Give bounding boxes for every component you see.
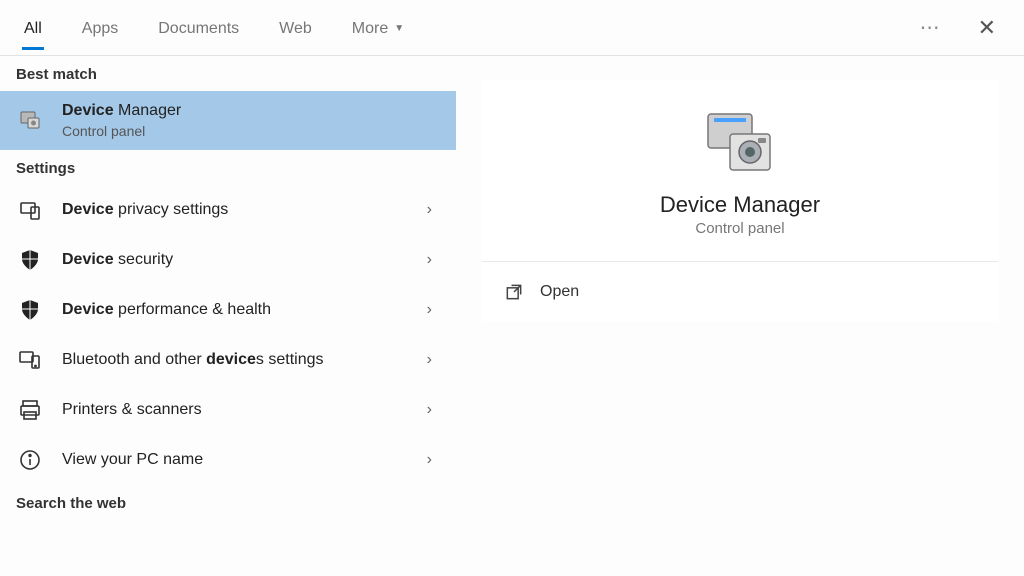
detail-header: Device Manager Control panel bbox=[482, 80, 998, 262]
tab-apps[interactable]: Apps bbox=[80, 6, 120, 50]
setting-printers-scanners[interactable]: Printers & scanners › bbox=[0, 385, 456, 435]
rest: security bbox=[114, 251, 174, 268]
detail-card: Device Manager Control panel Open bbox=[482, 80, 998, 322]
setting-device-privacy[interactable]: Device privacy settings › bbox=[0, 185, 456, 235]
section-settings: Settings bbox=[0, 150, 456, 185]
tab-more[interactable]: More ▼ bbox=[350, 6, 406, 50]
more-options-icon[interactable]: ⋯ bbox=[920, 15, 942, 40]
tab-web[interactable]: Web bbox=[277, 6, 314, 50]
shield-icon bbox=[16, 296, 44, 324]
tabs-list: All Apps Documents Web More ▼ bbox=[22, 6, 912, 50]
results-pane: Best match Device Manager Control panel … bbox=[0, 56, 456, 576]
chevron-right-icon: › bbox=[427, 451, 440, 469]
setting-device-performance[interactable]: Device performance & health › bbox=[0, 285, 456, 335]
chevron-right-icon: › bbox=[427, 251, 440, 269]
bold: Device bbox=[62, 201, 114, 218]
open-icon bbox=[504, 282, 524, 302]
rest: performance & health bbox=[114, 301, 271, 318]
tabs-bar: All Apps Documents Web More ▼ ⋯ ✕ bbox=[0, 0, 1024, 56]
device-manager-large-icon bbox=[700, 108, 780, 178]
printer-icon bbox=[16, 396, 44, 424]
setting-device-security[interactable]: Device security › bbox=[0, 235, 456, 285]
search-window: All Apps Documents Web More ▼ ⋯ ✕ Best m… bbox=[0, 0, 1024, 576]
setting-label: Device privacy settings bbox=[62, 200, 409, 221]
privacy-icon bbox=[16, 196, 44, 224]
tab-more-label: More bbox=[352, 20, 388, 38]
result-text: Device Manager Control panel bbox=[62, 101, 440, 140]
chevron-down-icon: ▼ bbox=[394, 23, 404, 34]
device-manager-icon bbox=[16, 106, 44, 134]
chevron-right-icon: › bbox=[427, 351, 440, 369]
section-search-web: Search the web bbox=[0, 485, 456, 520]
setting-label: Device performance & health bbox=[62, 300, 409, 321]
pre: Bluetooth and other bbox=[62, 351, 206, 368]
tab-all[interactable]: All bbox=[22, 6, 44, 50]
rest: privacy settings bbox=[114, 201, 229, 218]
devices-icon bbox=[16, 346, 44, 374]
action-open-label: Open bbox=[540, 283, 579, 301]
setting-view-pc-name[interactable]: View your PC name › bbox=[0, 435, 456, 485]
result-device-manager[interactable]: Device Manager Control panel bbox=[0, 91, 456, 150]
chevron-right-icon: › bbox=[427, 301, 440, 319]
bold: Device bbox=[62, 251, 114, 268]
detail-title: Device Manager bbox=[660, 192, 820, 218]
tab-documents[interactable]: Documents bbox=[156, 6, 241, 50]
result-subtitle: Control panel bbox=[62, 122, 440, 140]
setting-label: View your PC name bbox=[62, 450, 409, 471]
close-icon[interactable]: ✕ bbox=[972, 15, 1002, 41]
shield-icon bbox=[16, 246, 44, 274]
body: Best match Device Manager Control panel … bbox=[0, 56, 1024, 576]
chevron-right-icon: › bbox=[427, 201, 440, 219]
setting-label: Printers & scanners bbox=[62, 400, 409, 421]
header-actions: ⋯ ✕ bbox=[920, 15, 1002, 41]
setting-bluetooth-devices[interactable]: Bluetooth and other devices settings › bbox=[0, 335, 456, 385]
setting-label: Device security bbox=[62, 250, 409, 271]
title-bold: Device bbox=[62, 102, 114, 119]
result-title: Device Manager bbox=[62, 101, 440, 122]
bold: Device bbox=[62, 301, 114, 318]
title-rest: Manager bbox=[114, 102, 182, 119]
bold: device bbox=[206, 351, 256, 368]
detail-pane: Device Manager Control panel Open bbox=[456, 56, 1024, 576]
action-open[interactable]: Open bbox=[482, 262, 998, 322]
post: s settings bbox=[256, 351, 324, 368]
info-icon bbox=[16, 446, 44, 474]
chevron-right-icon: › bbox=[427, 401, 440, 419]
section-best-match: Best match bbox=[0, 56, 456, 91]
setting-label: Bluetooth and other devices settings bbox=[62, 350, 409, 371]
detail-subtitle: Control panel bbox=[695, 220, 784, 237]
